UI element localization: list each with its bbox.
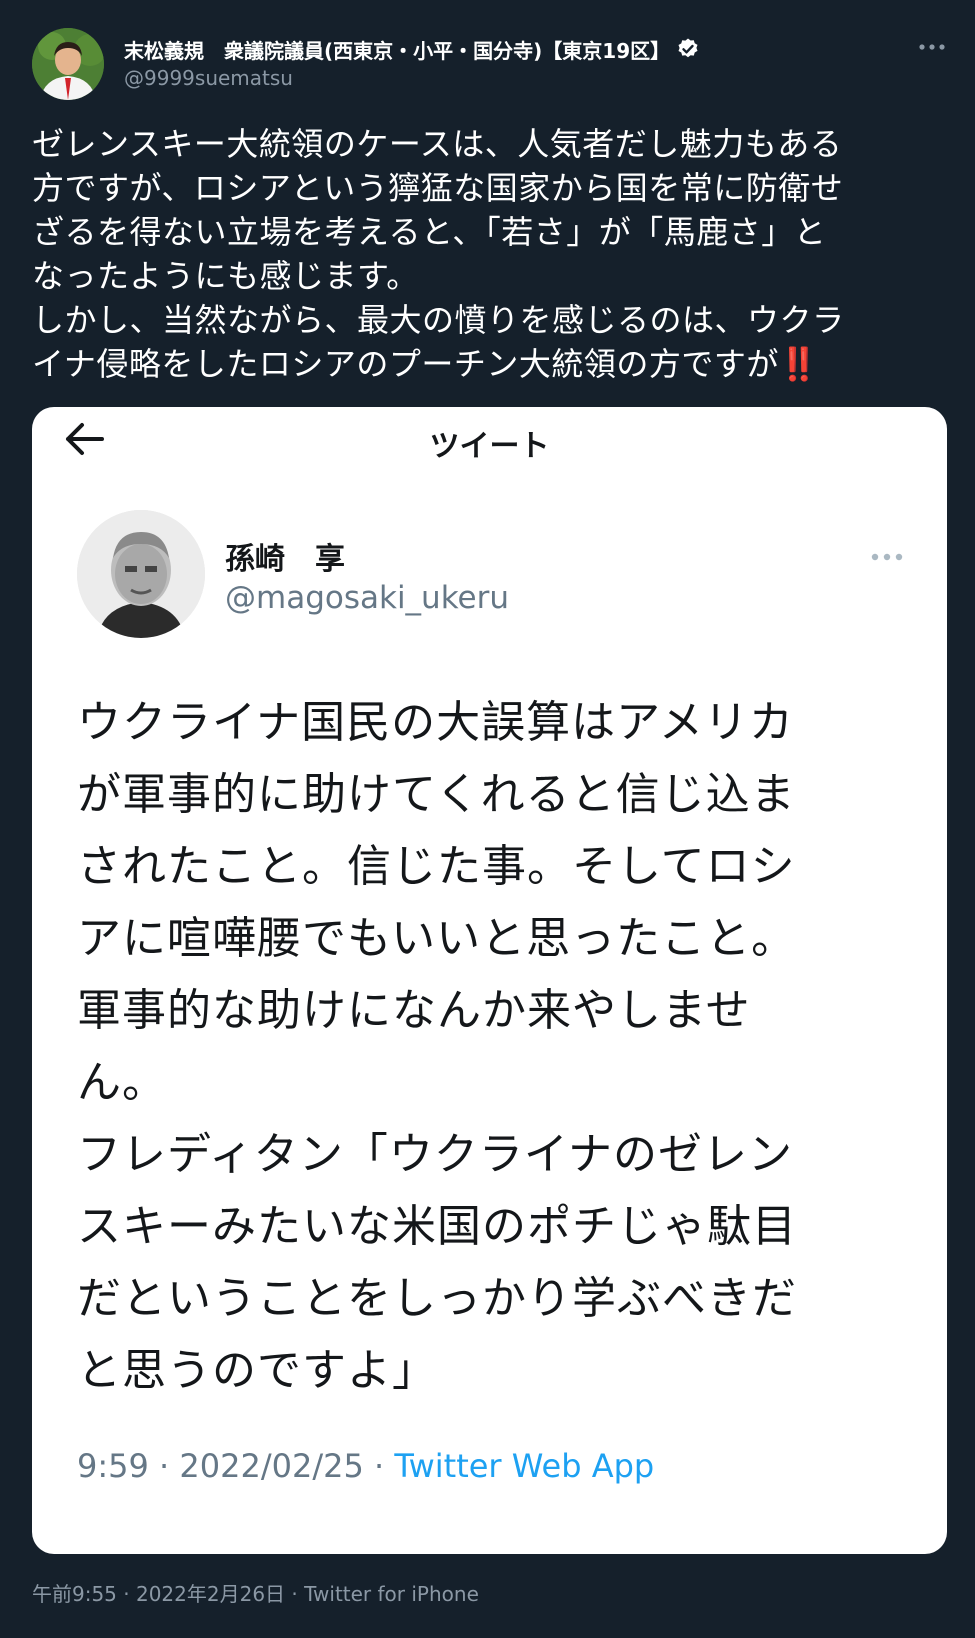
author-handle[interactable]: @9999suematsu (124, 66, 293, 90)
embedded-text-line: されたこと。信じた事。そしてロシ (77, 841, 796, 892)
author-avatar[interactable] (32, 28, 104, 100)
embedded-tweet-app: Twitter Web App (394, 1447, 655, 1485)
embedded-more-dots-icon (867, 545, 907, 569)
author-display-name[interactable]: 末松義規 衆議院議員(西東京・小平・国分寺)【東京19区】 (124, 35, 670, 64)
embedded-text-line: が軍事的に助けてくれると信じ込ま (77, 769, 796, 820)
tweet-timestamp[interactable]: 午前9:55 · 2022年2月26日 · Twitter for iPhone (32, 1578, 479, 1607)
embedded-text-line: フレディタン「ウクライナのゼレン (77, 1129, 794, 1180)
tweet-text-line: イナ侵略をしたロシアのプーチン大統領の方ですが (32, 345, 779, 383)
tweet-text-line: 方ですが、ロシアという獰猛な国家から国を常に防衛せ (32, 169, 844, 207)
tweet-text-line: ざるを得ない立場を考えると、「若さ」が「馬鹿さ」と (32, 213, 827, 251)
verified-badge-icon (676, 37, 700, 61)
embedded-text-line: だということをしっかり学ぶべきだ (77, 1273, 797, 1324)
embedded-header-title: ツイート (429, 429, 550, 464)
more-options-button[interactable] (912, 32, 952, 62)
embedded-text-line: と思うのですよ」 (77, 1345, 437, 1396)
embedded-text-line: スキーみたいな米国のポチじゃ駄目 (77, 1201, 797, 1252)
embedded-text-line: ん。 (77, 1057, 167, 1108)
embedded-tweet-meta: 9:59 · 2022/02/25 · Twitter Web App (77, 1447, 654, 1485)
embedded-tweet-text: ウクライナ国民の大誤算はアメリカ が軍事的に助けてくれると信じ込ま されたこと。… (77, 687, 857, 1407)
author-name-row: 末松義規 衆議院議員(西東京・小平・国分寺)【東京19区】 (124, 34, 700, 64)
tweet-text-line: なったようにも感じます。 (32, 257, 419, 295)
person-icon (77, 510, 205, 638)
embedded-text-line: ウクライナ国民の大誤算はアメリカ (77, 697, 794, 748)
embedded-tweet-image[interactable]: ツイート 孫崎 享 @magosaki_ukeru ウクライナ国民の大誤算はアメ… (32, 407, 947, 1554)
embedded-author-handle: @magosaki_ukeru (225, 580, 510, 616)
person-icon (32, 28, 104, 100)
tweet-text: ゼレンスキー大統領のケースは、人気者だし魅力もある 方ですが、ロシアという獰猛な… (32, 122, 944, 386)
tweet-text-line: しかし、当然ながら、最大の憤りを感じるのは、ウクラ (32, 301, 845, 339)
embedded-text-line: 軍事的な助けになんか来やしませ (77, 985, 751, 1036)
embedded-text-line: アに喧嘩腰でもいいと思ったこと。 (77, 913, 797, 964)
more-dots-icon (919, 44, 945, 50)
embedded-author-name: 孫崎 享 (225, 542, 345, 577)
embedded-tweet-time: 9:59 · 2022/02/25 · (77, 1447, 395, 1485)
double-exclamation-emoji: ‼️ (778, 345, 819, 383)
tweet-text-line: ゼレンスキー大統領のケースは、人気者だし魅力もある (32, 125, 843, 163)
embedded-header: ツイート (32, 407, 947, 471)
tweet-header: 末松義規 衆議院議員(西東京・小平・国分寺)【東京19区】 @9999suema… (32, 24, 952, 104)
embedded-author-avatar (77, 510, 205, 638)
